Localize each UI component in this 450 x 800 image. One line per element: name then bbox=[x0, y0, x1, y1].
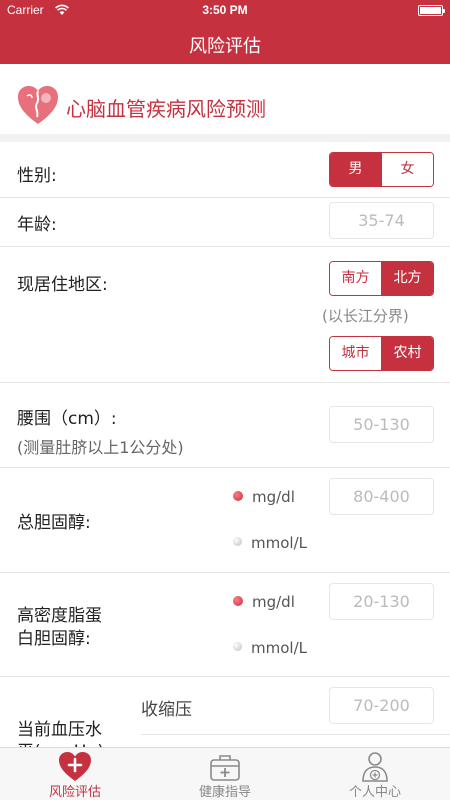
region-note: (以长江分界) bbox=[322, 307, 409, 325]
bp-label-line2: 平(mmHg): bbox=[17, 737, 110, 747]
age-label: 年龄: bbox=[17, 215, 57, 235]
page-title: 风险评估 bbox=[189, 36, 261, 57]
systolic-label: 收缩压 bbox=[141, 700, 192, 720]
section-divider bbox=[0, 134, 450, 142]
radio-selected-icon bbox=[233, 595, 243, 606]
region-segmented-control[interactable]: 南方 北方 bbox=[329, 261, 434, 296]
hdl-input[interactable]: 20-130 bbox=[329, 583, 434, 620]
tab-personal-center[interactable]: 个人中心 bbox=[300, 748, 450, 800]
row-divider bbox=[0, 197, 450, 198]
waist-label: 腰围（cm）: bbox=[17, 409, 117, 429]
radio-unselected-icon bbox=[233, 537, 242, 546]
clock-time: 3:50 PM bbox=[202, 3, 248, 17]
gender-segmented-control[interactable]: 男 女 bbox=[329, 152, 434, 187]
cholesterol-input[interactable]: 80-400 bbox=[329, 478, 434, 515]
region-option-south[interactable]: 南方 bbox=[330, 262, 381, 295]
radio-unselected-icon bbox=[233, 642, 242, 651]
row-divider bbox=[0, 246, 450, 247]
user-plus-icon bbox=[362, 752, 388, 782]
gender-option-male[interactable]: 男 bbox=[330, 153, 381, 186]
tab-bar: 风险评估 健康指导 个人中心 bbox=[0, 747, 450, 800]
tab-risk-assessment[interactable]: 风险评估 bbox=[0, 748, 150, 800]
waist-hint: (测量肚脐以上1公分处) bbox=[17, 438, 184, 457]
heart-brain-icon bbox=[18, 86, 58, 124]
status-bar: Carrier 3:50 PM bbox=[0, 0, 450, 20]
waist-input[interactable]: 50-130 bbox=[329, 406, 434, 443]
hdl-label-line1: 高密度脂蛋 bbox=[17, 606, 102, 626]
systolic-input[interactable]: 70-200 bbox=[329, 687, 434, 724]
cholesterol-unit-mgdl[interactable]: mg/dl bbox=[233, 488, 295, 506]
tab-label: 个人中心 bbox=[348, 785, 401, 800]
gender-option-female[interactable]: 女 bbox=[381, 153, 433, 186]
cholesterol-label: 总胆固醇: bbox=[17, 513, 91, 533]
hdl-label-line2: 白胆固醇: bbox=[17, 629, 91, 649]
row-divider bbox=[0, 467, 450, 468]
row-divider bbox=[0, 382, 450, 383]
tab-label: 风险评估 bbox=[48, 785, 101, 800]
row-divider bbox=[0, 676, 450, 677]
area-option-rural[interactable]: 农村 bbox=[381, 337, 433, 370]
age-input[interactable]: 35-74 bbox=[329, 202, 434, 239]
tab-label: 健康指导 bbox=[198, 785, 251, 800]
heart-plus-icon bbox=[59, 752, 91, 781]
row-divider bbox=[0, 572, 450, 573]
radio-selected-icon bbox=[233, 490, 243, 501]
navigation-header: Carrier 3:50 PM 风险评估 bbox=[0, 0, 450, 64]
medical-kit-icon bbox=[210, 755, 240, 781]
form-scroll-area[interactable]: 心脑血管疾病风险预测 性别: 男 女 年龄: 35-74 现居住地区: 南方 北… bbox=[0, 64, 450, 747]
hdl-unit-mmol[interactable]: mmol/L bbox=[233, 639, 307, 657]
area-segmented-control[interactable]: 城市 农村 bbox=[329, 336, 434, 371]
region-option-north[interactable]: 北方 bbox=[381, 262, 433, 295]
region-label: 现居住地区: bbox=[17, 275, 108, 295]
section-banner: 心脑血管疾病风险预测 bbox=[0, 76, 450, 134]
row-divider bbox=[141, 734, 450, 735]
battery-icon bbox=[418, 5, 445, 16]
tab-health-guide[interactable]: 健康指导 bbox=[150, 748, 300, 800]
area-option-city[interactable]: 城市 bbox=[330, 337, 381, 370]
gender-label: 性别: bbox=[17, 166, 57, 186]
banner-title: 心脑血管疾病风险预测 bbox=[66, 97, 266, 121]
cholesterol-unit-mmol[interactable]: mmol/L bbox=[233, 534, 307, 552]
hdl-unit-mgdl[interactable]: mg/dl bbox=[233, 593, 295, 611]
